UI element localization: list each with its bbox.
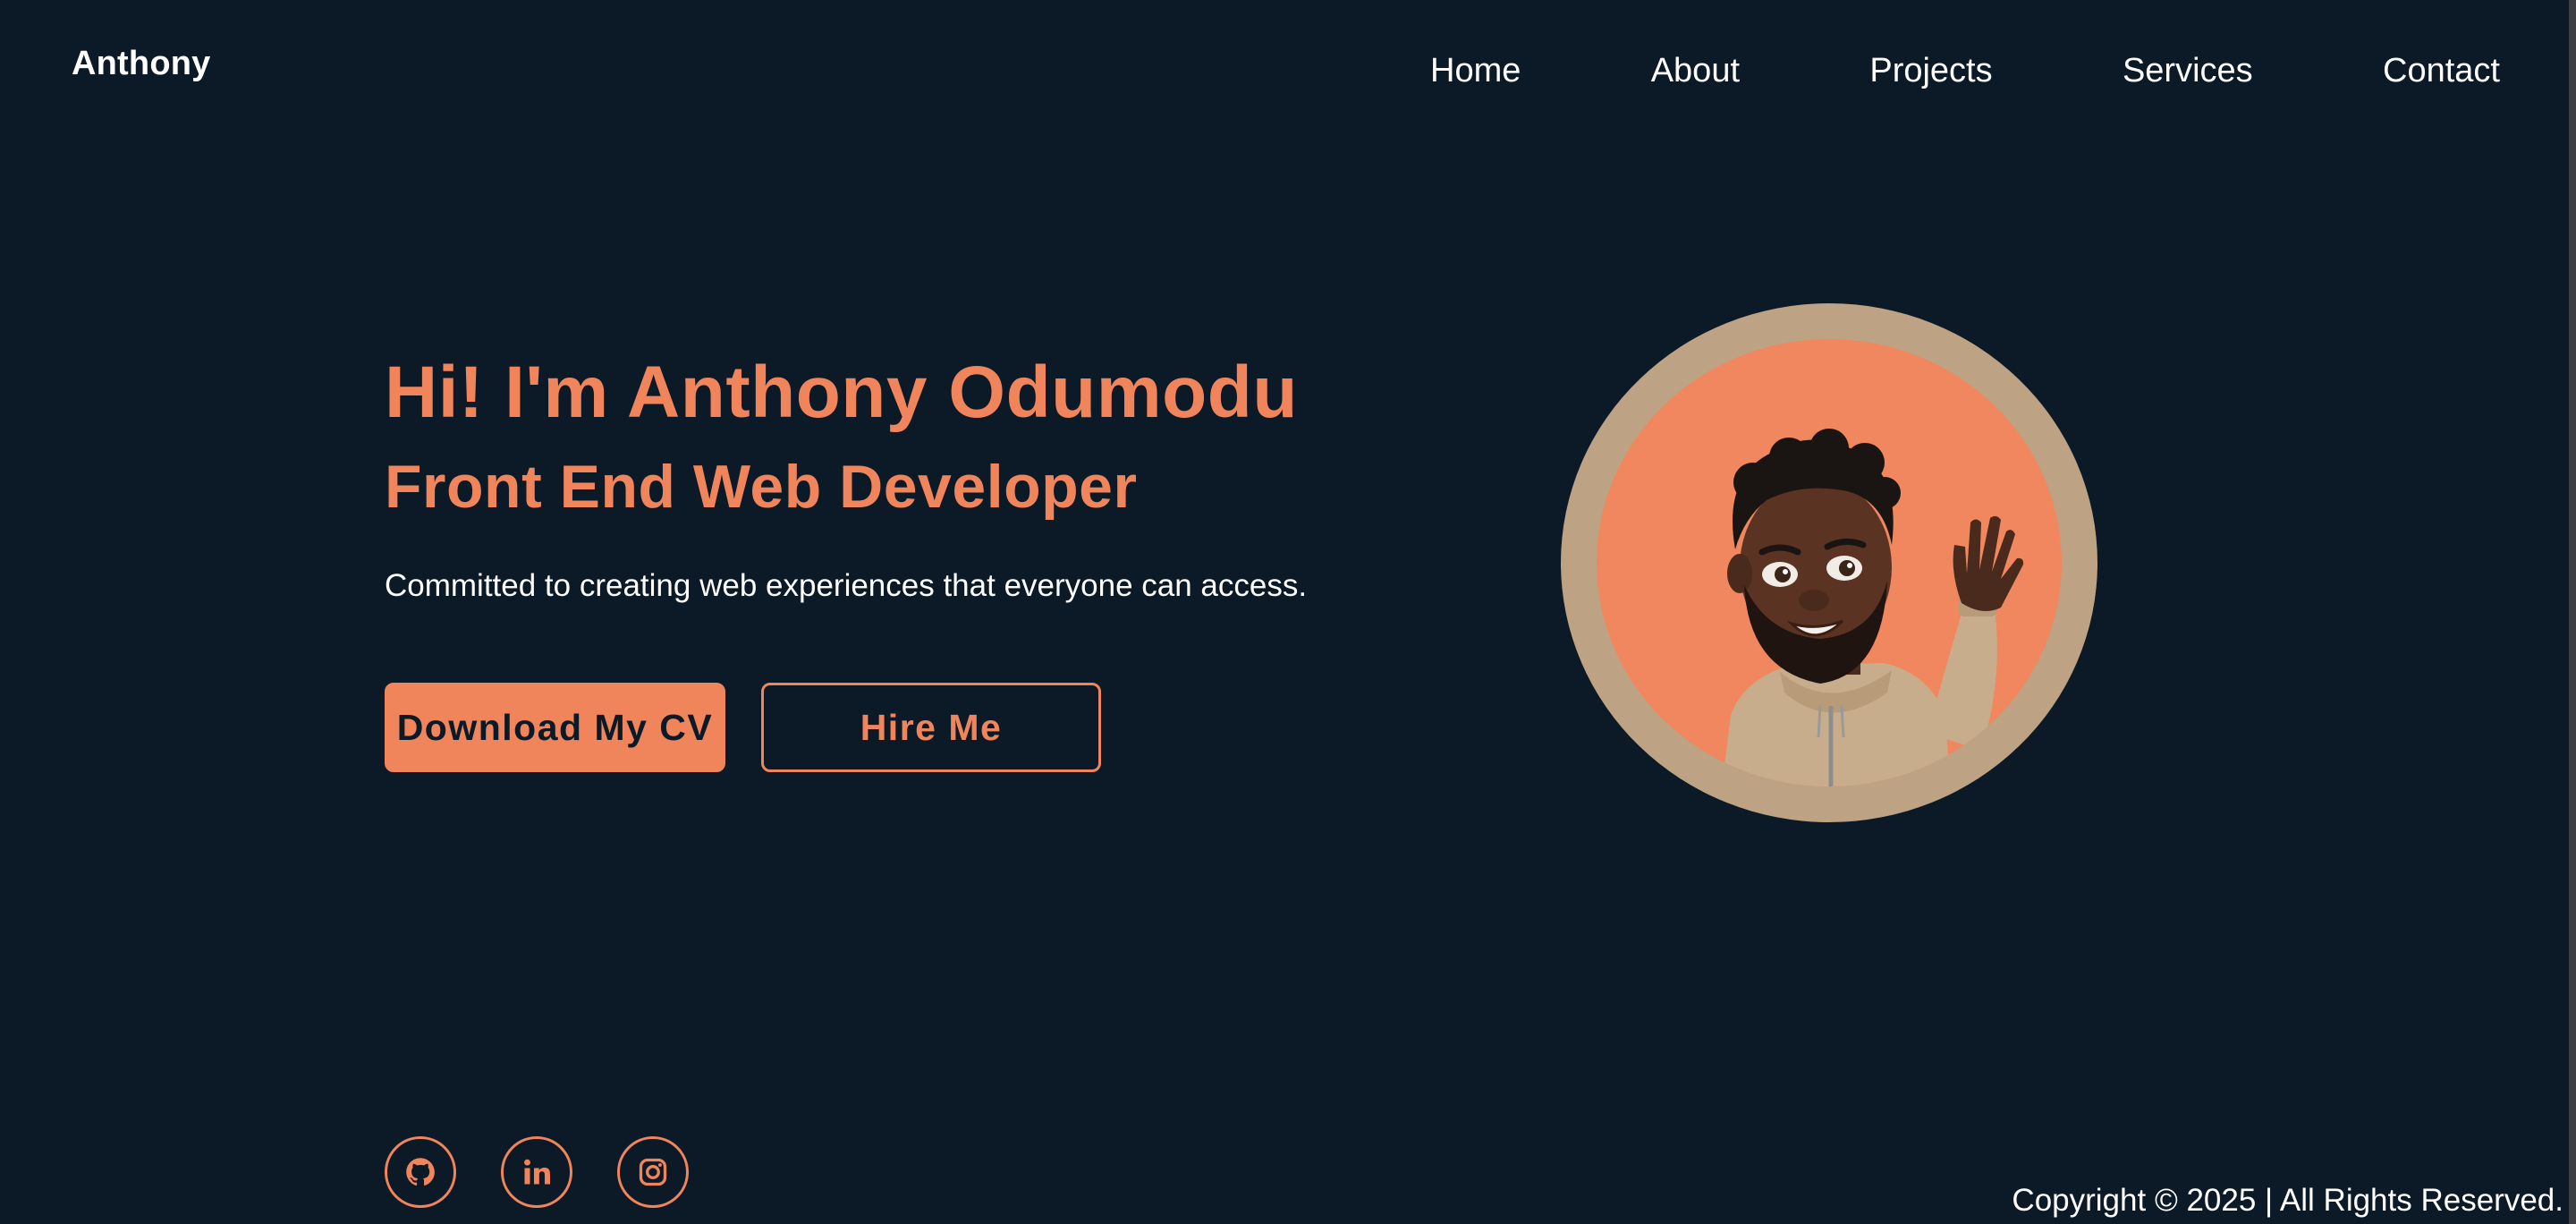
instagram-icon [639,1158,667,1186]
copyright-text: Copyright © 2025 | All Rights Reserved. [2012,1183,2563,1218]
hero-subtitle: Front End Web Developer [385,453,1138,521]
github-icon [406,1158,435,1186]
hero-title: Hi! I'm Anthony Odumodu [385,352,1298,433]
page: Anthony Home About Projects Services Con… [0,0,2569,1224]
avatar-frame [1561,303,2097,822]
memoji-waving-illustration [1722,429,2024,786]
window-edge [2569,0,2576,1224]
github-link[interactable] [385,1136,456,1208]
nav-projects-link[interactable]: Projects [1869,52,1992,90]
nav-contact-link[interactable]: Contact [2383,52,2500,90]
nav-home-link[interactable]: Home [1430,52,1521,90]
linkedin-icon [524,1159,550,1185]
download-cv-button[interactable]: Download My CV [385,683,725,772]
avatar [1597,339,2062,786]
main-nav: Home About Projects Services Contact [1430,48,2500,93]
nav-services-link[interactable]: Services [2123,52,2253,90]
nav-about-link[interactable]: About [1651,52,1740,90]
instagram-link[interactable] [617,1136,689,1208]
site-logo[interactable]: Anthony [72,45,210,83]
hire-me-button[interactable]: Hire Me [761,683,1101,772]
linkedin-link[interactable] [501,1136,572,1208]
hero-description: Committed to creating web experiences th… [385,568,1308,603]
